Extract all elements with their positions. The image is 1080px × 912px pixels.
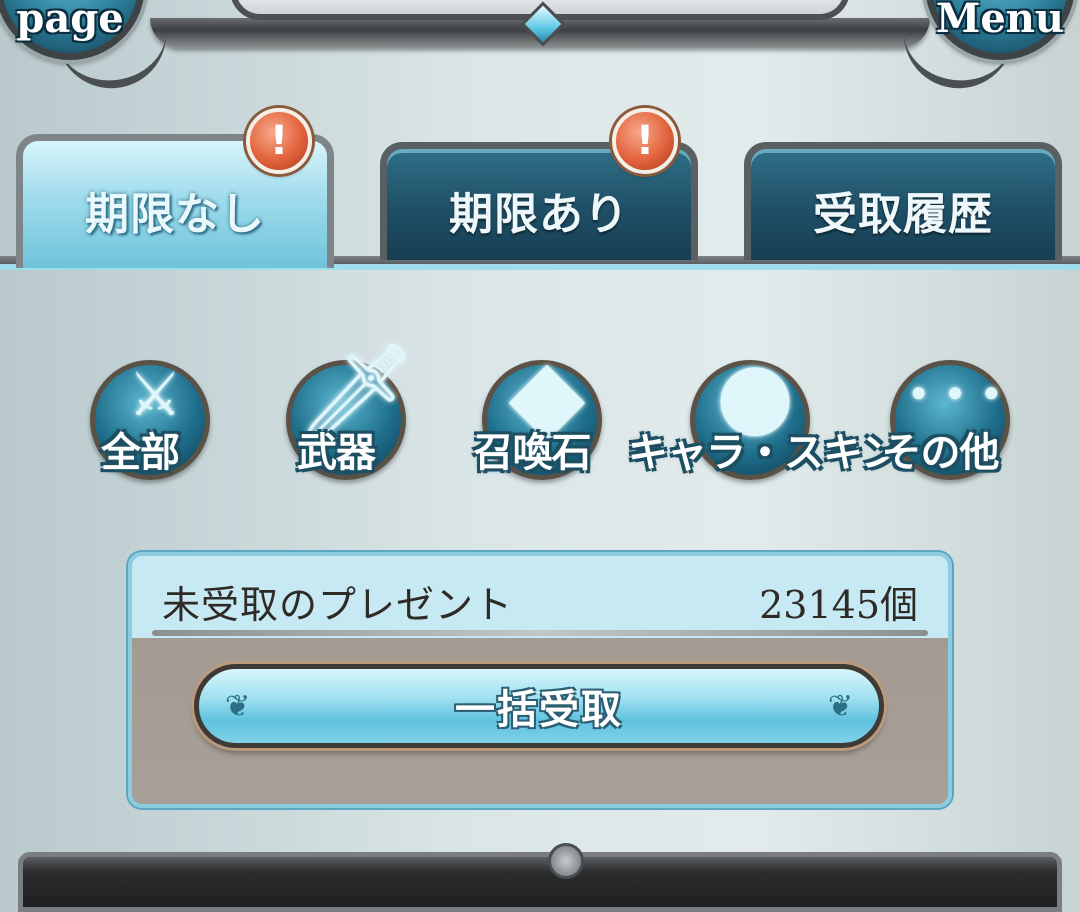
right-flourish-icon: ❦ [827, 689, 853, 724]
present-tabs: 期限なし ! 期限あり ! 受取履歴 [0, 108, 1080, 270]
category-other[interactable]: • • • その他 [840, 320, 1020, 500]
category-weapon-label: 武器 [297, 430, 376, 476]
category-all[interactable]: ⚔ 全部 [40, 320, 220, 500]
claim-all-button[interactable]: ❦ 一括受取 ❦ [194, 664, 884, 748]
page-button-label: page [16, 0, 124, 42]
alert-badge-icon: ! [246, 108, 312, 174]
claim-all-label: 一括受取 [455, 687, 623, 733]
category-all-label: 全部 [101, 430, 180, 476]
panel-title: 未受取のプレゼント [162, 583, 514, 627]
alert-badge-icon: ! [612, 108, 678, 174]
category-character-label: キャラ・スキン [628, 430, 901, 476]
category-other-label: その他 [881, 430, 1000, 476]
present-count: 23145個 [759, 583, 918, 627]
tab-history[interactable]: 受取履歴 [744, 142, 1062, 260]
tab-with-expiry-label: 期限あり [449, 188, 629, 240]
bottom-gem-icon [548, 843, 584, 879]
panel-header: 未受取のプレゼント 23145個 [132, 556, 948, 640]
category-summon-label: 召喚石 [473, 430, 592, 476]
menu-button-label: Menu [936, 0, 1064, 42]
category-weapon[interactable]: 🗡 武器 [236, 320, 418, 500]
bottom-list-frame [18, 843, 1062, 912]
tab-no-expiry-label: 期限なし [85, 188, 265, 240]
category-filters: ⚔ 全部 🗡 武器 ◆ 召喚石 ● キャラ・スキン • • • その他 [0, 320, 1080, 500]
tab-history-label: 受取履歴 [813, 188, 993, 240]
category-summon[interactable]: ◆ 召喚石 [432, 320, 612, 500]
top-header: page Menu [0, 0, 1080, 100]
left-flourish-icon: ❦ [225, 689, 251, 724]
panel-divider [152, 630, 928, 636]
category-character[interactable]: ● キャラ・スキン [628, 320, 901, 500]
unclaimed-presents-panel: 未受取のプレゼント 23145個 ❦ 一括受取 ❦ [128, 552, 952, 808]
